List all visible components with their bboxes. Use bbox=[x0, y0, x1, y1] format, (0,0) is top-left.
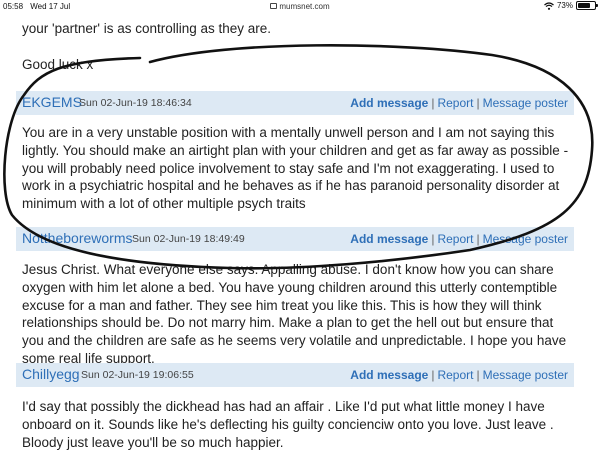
post-body: You are in a very unstable position with… bbox=[22, 125, 569, 212]
add-message-link[interactable]: Add message bbox=[350, 368, 428, 382]
address-bar[interactable]: mumsnet.com bbox=[0, 2, 600, 11]
message-header: Nottheboreworms Sun 02-Jun-19 18:49:49 A… bbox=[16, 227, 574, 251]
lock-icon bbox=[270, 3, 278, 9]
message-actions: Add message | Report | Message poster bbox=[350, 96, 568, 110]
post-date: Sun 02-Jun-19 19:06:55 bbox=[81, 369, 194, 381]
status-right: 73% bbox=[544, 1, 598, 10]
battery-fill bbox=[578, 3, 590, 8]
message-actions: Add message | Report | Message poster bbox=[350, 232, 568, 246]
message-poster-link[interactable]: Message poster bbox=[483, 232, 568, 246]
add-message-link[interactable]: Add message bbox=[350, 96, 428, 110]
add-message-link[interactable]: Add message bbox=[350, 232, 428, 246]
url-text: mumsnet.com bbox=[279, 2, 330, 11]
status-bar: 05:58 Wed 17 Jul mumsnet.com 73% bbox=[0, 0, 600, 13]
post-date: Sun 02-Jun-19 18:46:34 bbox=[79, 97, 192, 109]
message-header: EKGEMS Sun 02-Jun-19 18:46:34 Add messag… bbox=[16, 91, 574, 115]
poster-name[interactable]: Chillyegg bbox=[22, 366, 80, 382]
wifi-icon bbox=[544, 1, 554, 10]
post-date: Sun 02-Jun-19 18:49:49 bbox=[132, 233, 245, 245]
message-header: Chillyegg Sun 02-Jun-19 19:06:55 Add mes… bbox=[16, 363, 574, 387]
battery-percent: 73% bbox=[556, 1, 573, 10]
previous-post-signoff: Good luck x bbox=[22, 57, 94, 72]
message-actions: Add message | Report | Message poster bbox=[350, 368, 568, 382]
post-body: I'd say that possibly the dickhead has h… bbox=[22, 399, 554, 450]
report-link[interactable]: Report bbox=[437, 368, 473, 382]
report-link[interactable]: Report bbox=[437, 232, 473, 246]
poster-name[interactable]: Nottheboreworms bbox=[22, 230, 133, 246]
poster-name[interactable]: EKGEMS bbox=[22, 94, 82, 110]
post-body: Jesus Christ. What everyone else says. A… bbox=[22, 262, 567, 366]
report-link[interactable]: Report bbox=[437, 96, 473, 110]
battery-icon bbox=[576, 1, 598, 10]
previous-post-line: your 'partner' is as controlling as they… bbox=[22, 21, 272, 36]
message-poster-link[interactable]: Message poster bbox=[483, 96, 568, 110]
message-poster-link[interactable]: Message poster bbox=[483, 368, 568, 382]
